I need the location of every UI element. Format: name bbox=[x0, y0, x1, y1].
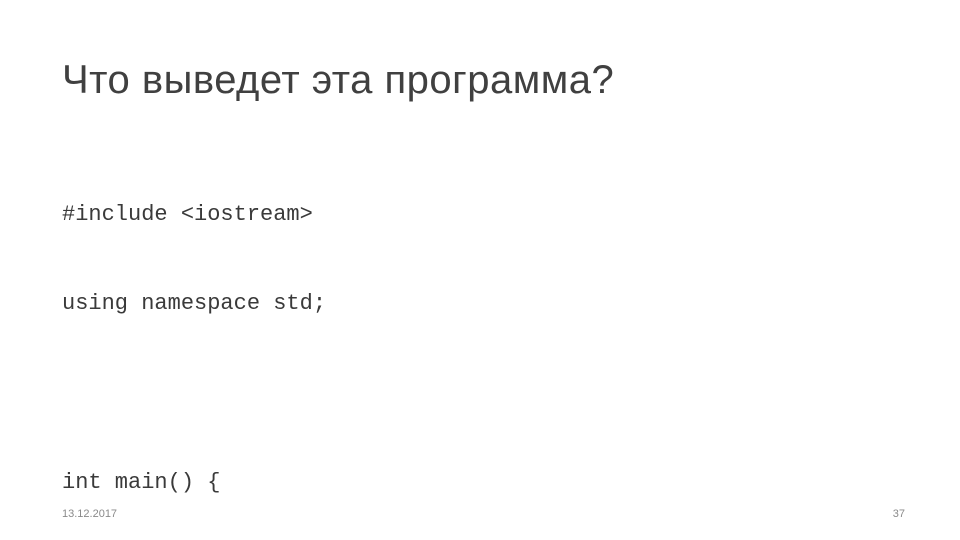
code-line: int main() { bbox=[62, 468, 898, 498]
blank-line bbox=[62, 379, 898, 409]
slide: Что выведет эта программа? #include <ios… bbox=[0, 0, 960, 540]
code-line: #include <iostream> bbox=[62, 200, 898, 230]
slide-title: Что выведет эта программа? bbox=[62, 58, 898, 103]
code-block: #include <iostream> using namespace std;… bbox=[62, 141, 898, 540]
slide-footer: 13.12.2017 37 bbox=[62, 508, 905, 520]
code-line: using namespace std; bbox=[62, 289, 898, 319]
footer-date: 13.12.2017 bbox=[62, 508, 117, 520]
footer-page-number: 37 bbox=[893, 508, 905, 520]
